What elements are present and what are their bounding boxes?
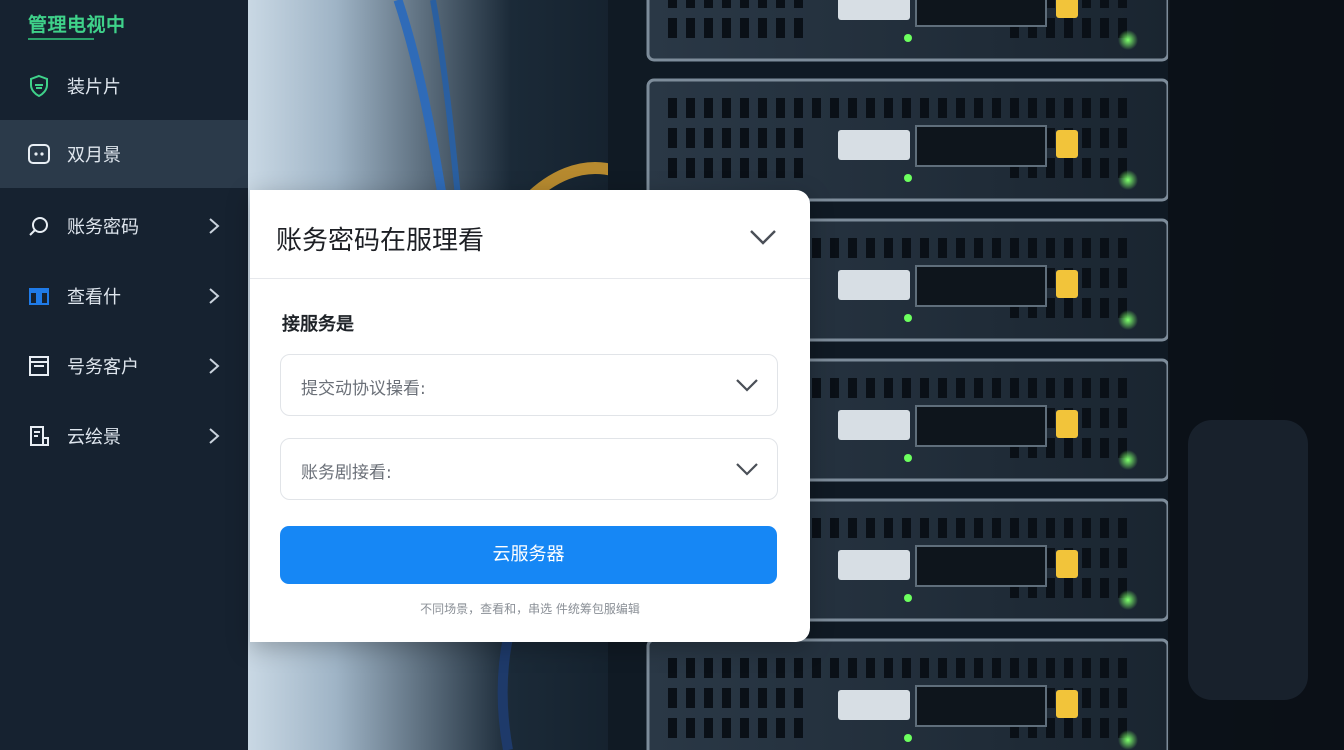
panel-divider [250,278,810,279]
account-panel: 账务密码在服理看 接服务是 提交动协议操看: 账务剧接看: 云服务器 不同场景，… [250,190,810,642]
chevron-right-icon [209,358,220,374]
sidebar-item-label: 装片片 [67,77,121,98]
sidebar-item-4[interactable]: 查看什 [0,262,248,330]
server-unit [646,0,1170,62]
search-icon [29,217,48,236]
cloud-server-button[interactable]: 云服务器 [280,526,777,584]
document-icon [29,356,49,376]
sidebar-item-2[interactable]: 双月景 [0,120,248,188]
account-select[interactable]: 账务剧接看: [280,438,778,500]
sidebar-item-label: 查看什 [67,287,121,308]
brand-title: 管理电视中 [28,14,126,36]
sidebar-item-label: 号务客户 [67,357,139,378]
sidebar-item-5[interactable]: 号务客户 [0,332,248,400]
file-list-icon [30,426,49,446]
calendar-icon [29,288,49,305]
account-select-value: 账务剧接看: [301,463,392,483]
sidebar-item-label: 云绘景 [67,427,121,448]
service-select[interactable]: 提交动协议操看: [280,354,778,416]
chevron-down-icon [736,463,758,476]
chevron-right-icon [209,288,220,304]
collapse-panel-button[interactable] [746,222,780,252]
footnote-text: 不同场景，查看和，串选 件统筹包服编辑 [420,602,640,616]
panel-title: 账务密码在服理看 [276,226,485,256]
chevron-right-icon [209,428,220,444]
section-label: 接服务是 [282,314,354,335]
sidebar-item-label: 账务密码 [67,217,139,238]
sidebar-item-label: 双月景 [67,145,121,166]
chevron-down-icon [750,230,776,245]
shield-check-icon [30,74,48,98]
sidebar: 管理电视中 装片片 双月景 账务密码 查看什 号务客户 云绘景 [0,0,248,750]
sidebar-item-1[interactable]: 装片片 [0,52,248,120]
server-unit [646,78,1170,202]
brand-underline [28,38,94,40]
server-unit [646,638,1170,750]
monitor-face-icon [28,144,50,164]
sidebar-item-3[interactable]: 账务密码 [0,192,248,260]
sidebar-item-6[interactable]: 云绘景 [0,402,248,470]
chevron-right-icon [209,218,220,234]
service-select-value: 提交动协议操看: [301,379,426,399]
chevron-down-icon [736,379,758,392]
